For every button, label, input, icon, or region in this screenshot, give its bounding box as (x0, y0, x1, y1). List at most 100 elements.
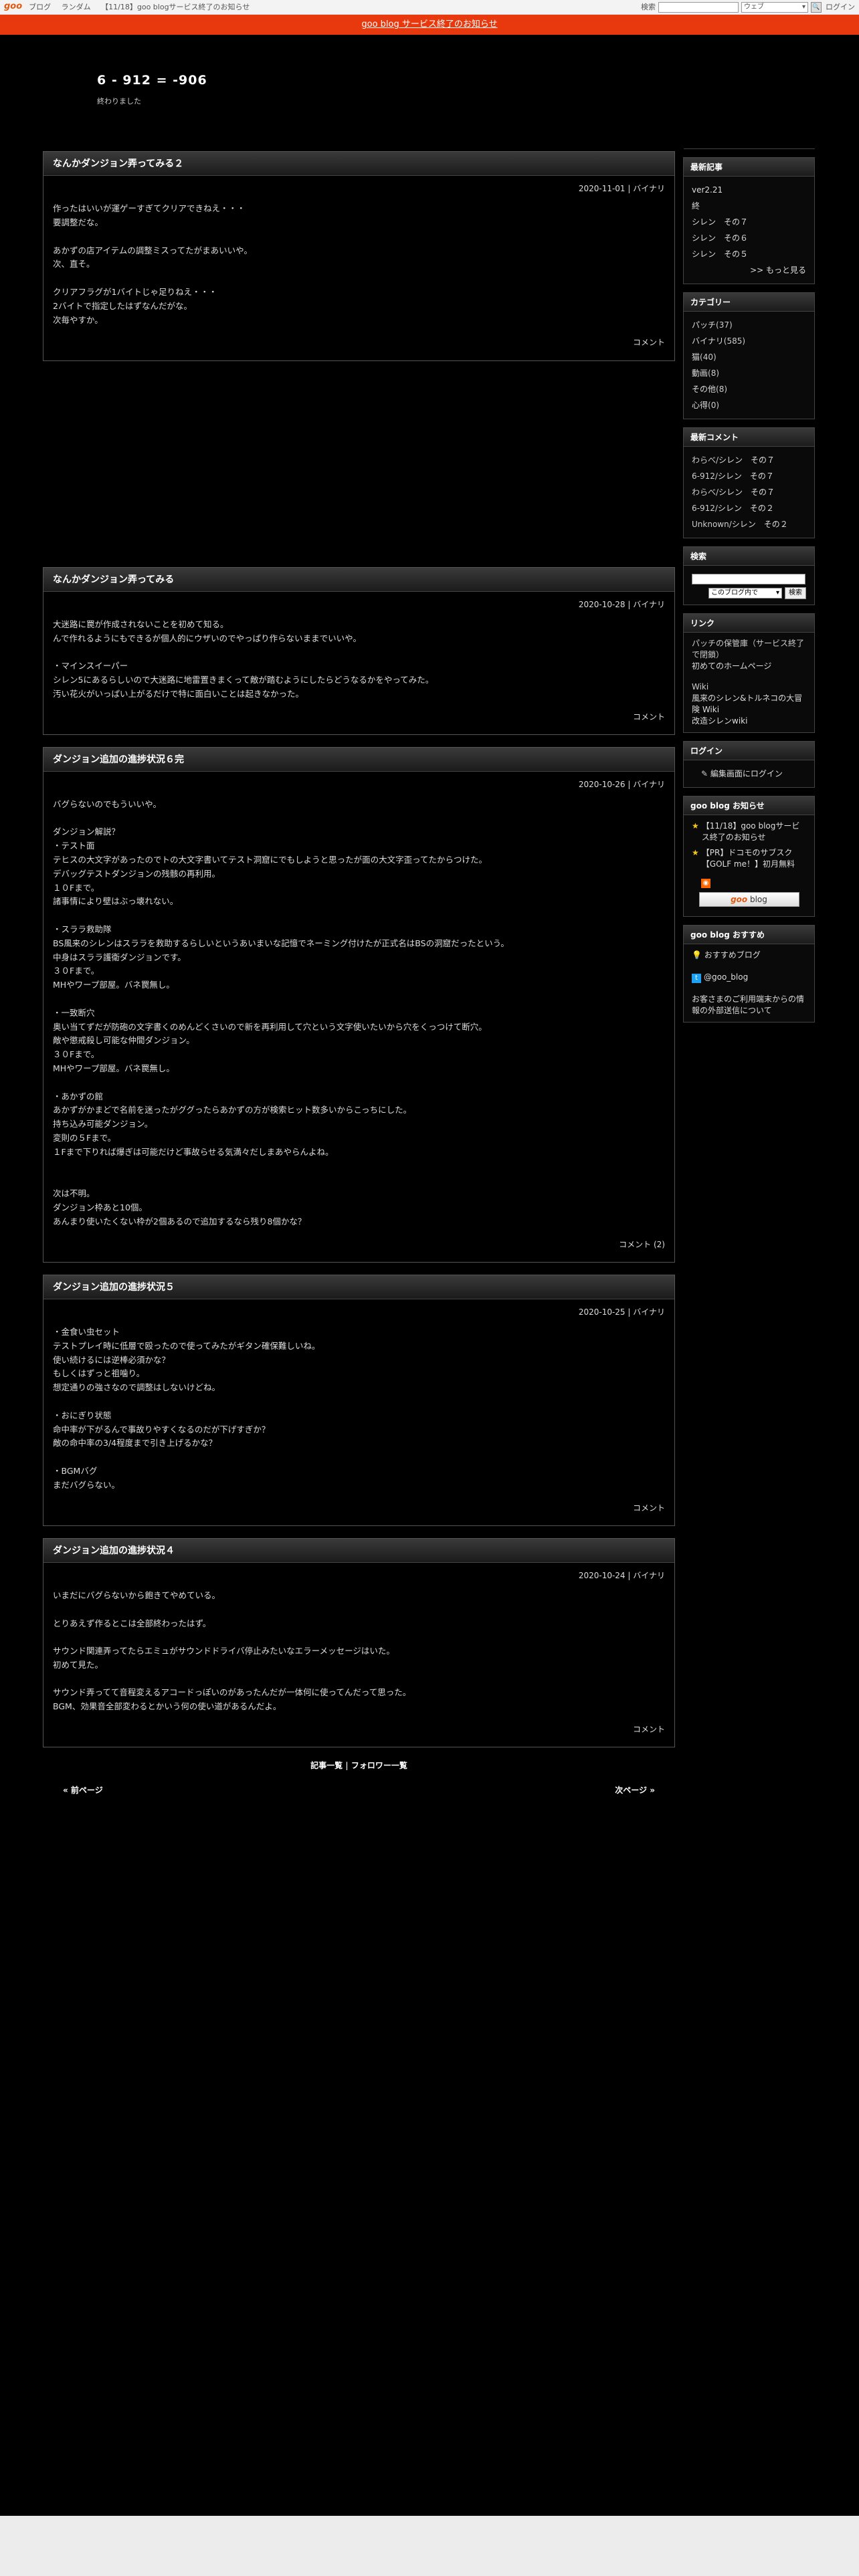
category-count: (8) (708, 368, 720, 378)
prev-page-link[interactable]: « 前ページ (63, 1784, 103, 1797)
blog-header: 6 - 912 = -906 終わりました (97, 70, 207, 108)
category-link[interactable]: バイナリ (692, 336, 724, 346)
recent-post-link[interactable]: シレン その７ (692, 214, 806, 230)
recent-post-link[interactable]: ver2.21 (692, 182, 806, 198)
category-box: カテゴリー パッチ(37) バイナリ(585) 猫(40) 動画(8) その他(… (683, 292, 815, 419)
comment-post-link[interactable]: シレン その７ (719, 455, 775, 465)
comment-link[interactable]: コメント (43, 327, 674, 360)
recommended-blog-link[interactable]: おすすめブログ (704, 950, 761, 960)
star-icon: ★ (692, 821, 699, 831)
blog-search-scope-select[interactable]: このブログ内で (708, 588, 782, 599)
divider (684, 148, 815, 149)
entry: ダンジョン追加の進捗状況６完 2020-10-26 | バイナリ バグらないので… (43, 746, 675, 1263)
category-count: (8) (716, 385, 728, 394)
category-link[interactable]: 動画 (692, 368, 708, 378)
entry-date: 2020-10-26 | バイナリ (578, 779, 665, 789)
links-box: リンク パッチの保管庫（サービス終了で閉鎖） 初めてのホームページ Wiki 風… (683, 613, 815, 733)
comment-link[interactable]: コメント (2) (43, 1229, 674, 1262)
category-link[interactable]: その他 (692, 385, 716, 394)
goo-logo[interactable]: goo (4, 0, 22, 14)
goo-news-box: goo blog お知らせ ★ 【11/18】goo blogサービス終了のお知ら… (683, 796, 815, 917)
category-link[interactable]: 猫 (692, 352, 700, 362)
nav-blog-link[interactable]: ブログ (29, 3, 51, 11)
comment-post-link[interactable]: シレン その７ (719, 488, 775, 497)
comment-post-link[interactable]: シレン その２ (718, 504, 774, 513)
box-title: 検索 (684, 547, 814, 566)
service-end-link[interactable]: goo blog サービス終了のお知らせ (361, 19, 497, 29)
comment-post-link[interactable]: シレン その７ (718, 471, 774, 481)
blog-search-input[interactable] (692, 574, 805, 584)
login-link[interactable]: ログイン (826, 1, 855, 13)
blog-description: 終わりました (97, 97, 141, 106)
box-title: goo blog おすすめ (684, 926, 814, 944)
rss-icon[interactable]: ◉ (701, 879, 710, 888)
comment-link[interactable]: コメント (43, 702, 674, 734)
patch-archive-text: パッチの保管庫（サービス終了で閉鎖） (692, 639, 805, 659)
more-link[interactable]: >> もっと見る (750, 265, 806, 275)
entry-title[interactable]: なんかダンジョン弄ってみる (43, 567, 674, 592)
category-link[interactable]: 心得 (692, 401, 708, 410)
homepage-link[interactable]: 初めてのホームページ (692, 661, 806, 672)
entry-body: ・金食い虫セット テストプレイ時に低層で殴ったので使ってみたがギタン確保難しいね… (53, 1326, 320, 1490)
box-title: goo blog お知らせ (684, 796, 814, 815)
page-footer-area (0, 2516, 859, 2576)
search-go-icon[interactable]: 🔍 (811, 2, 822, 13)
follower-list-link[interactable]: フォロワー一覧 (351, 1761, 407, 1770)
recommend-box: goo blog おすすめ 💡 おすすめブログ t @goo_blog お客さまの… (683, 925, 815, 1023)
box-title: リンク (684, 614, 814, 633)
bottom-links: 記事一覧 | フォロワー一覧 (310, 1761, 407, 1771)
entry-body: 作ったはいいが運ゲーすぎてクリアできねえ・・・ 要調整だな。 あかずの店アイテム… (53, 203, 253, 325)
service-end-banner: goo blog サービス終了のお知らせ (0, 15, 859, 35)
next-page-link[interactable]: 次ページ » (615, 1784, 655, 1797)
bulb-icon: 💡 (692, 950, 702, 960)
box-title: カテゴリー (684, 293, 814, 312)
ad-space (43, 373, 675, 567)
comment-link[interactable]: コメント (43, 1714, 674, 1747)
entry-title[interactable]: ダンジョン追加の進捗状況４ (43, 1538, 674, 1563)
entry-date: 2020-11-01 | バイナリ (578, 184, 665, 193)
article-list-link[interactable]: 記事一覧 (310, 1761, 343, 1770)
entry-title[interactable]: ダンジョン追加の進捗状況５ (43, 1275, 674, 1299)
entry-title[interactable]: なんかダンジョン弄ってみる２ (43, 152, 674, 176)
entry: なんかダンジョン弄ってみる 2020-10-28 | バイナリ 大迷路に罠が作成… (43, 566, 675, 735)
goo-blog-button[interactable]: goo blog (698, 892, 799, 907)
main-column: なんかダンジョン弄ってみる２ 2020-11-01 | バイナリ 作ったはいいが… (43, 151, 675, 1798)
edit-login-link[interactable]: 編集画面にログイン (710, 769, 783, 778)
box-title: 最新記事 (684, 158, 814, 177)
category-count: (37) (716, 320, 733, 330)
search-box: 検索 このブログ内で 検索 (683, 546, 815, 605)
entry-body: バグらないのでもういいや。 ダンジョン解説？ ・テスト面 テヒスの大文字があった… (53, 798, 509, 1226)
category-count: (40) (700, 352, 717, 362)
comment-author: 6-912/ (692, 504, 718, 513)
recent-posts-box: 最新記事 ver2.21 終 シレン その７ シレン その６ シレン その５ >… (683, 157, 815, 284)
wiki-link[interactable]: 風来のシレン&トルネコの大冒険 Wiki (692, 693, 806, 716)
wiki-link[interactable]: 改造シレンwiki (692, 716, 806, 727)
search-label: 検索 (641, 3, 656, 12)
recent-post-link[interactable]: 終 (692, 198, 806, 214)
news-link[interactable]: 【PR】ドコモのサブスク【GOLF me！】初月無料 (702, 847, 806, 870)
blog-title[interactable]: 6 - 912 = -906 (97, 70, 207, 90)
nav-random-link[interactable]: ランダム (62, 3, 91, 11)
login-box: ログイン ✎ 編集画面にログイン (683, 741, 815, 788)
search-scope-select[interactable]: ウェブ (741, 2, 808, 13)
wiki-label: Wiki (692, 682, 709, 691)
recent-comments-box: 最新コメント わらべ/シレン その７ 6-912/シレン その７ わらべ/シレン… (683, 427, 815, 538)
blog-search-button[interactable]: 検索 (785, 587, 806, 599)
sidebar: 最新記事 ver2.21 終 シレン その７ シレン その６ シレン その５ >… (683, 157, 815, 1031)
comment-author: 6-912/ (692, 471, 718, 481)
category-link[interactable]: パッチ (692, 320, 716, 330)
entry-title[interactable]: ダンジョン追加の進捗状況６完 (43, 747, 674, 772)
recent-post-link[interactable]: シレン その６ (692, 230, 806, 246)
comment-link[interactable]: コメント (43, 1493, 674, 1525)
recent-post-link[interactable]: シレン その５ (692, 246, 806, 262)
nav-notice-link[interactable]: 【11/18】goo blogサービス終了のお知らせ (101, 3, 250, 11)
comment-post-link[interactable]: シレン その２ (732, 520, 788, 529)
entry-date: 2020-10-24 | バイナリ (578, 1570, 665, 1580)
privacy-link[interactable]: お客さまのご利用端末からの情報の外部送信について (692, 994, 804, 1015)
box-title: ログイン (684, 742, 814, 760)
twitter-link[interactable]: @goo_blog (704, 972, 748, 982)
entry-body: いまだにバグらないから飽きてやめている。 とりあえず作るとこは全部終わったはず。… (53, 1590, 411, 1712)
news-link[interactable]: 【11/18】goo blogサービス終了のお知らせ (702, 821, 806, 843)
entry: ダンジョン追加の進捗状況４ 2020-10-24 | バイナリ いまだにバグらな… (43, 1537, 675, 1748)
top-search-input[interactable] (658, 2, 739, 13)
